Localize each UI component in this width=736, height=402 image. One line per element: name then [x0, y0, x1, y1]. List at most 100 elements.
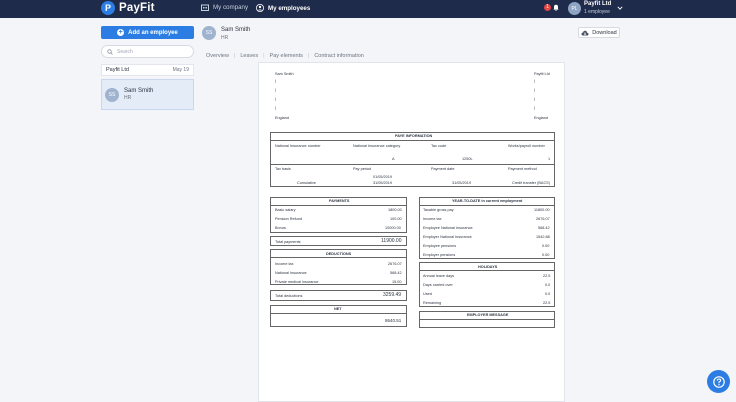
- payslip-document: Sam Smith Payfit Ltd | | | | | | | | Eng…: [258, 62, 565, 402]
- deduction-row-value: 568.42: [390, 271, 402, 275]
- payment-row-value: 1800.00: [388, 208, 402, 212]
- payslip-employee-name: Sam Smith: [275, 72, 294, 76]
- tab-overview[interactable]: Overview: [206, 53, 229, 59]
- divider: [419, 205, 555, 206]
- total-payments-value: 11900.00: [381, 238, 402, 244]
- employee-name: Sam Smith: [124, 88, 154, 94]
- help-button[interactable]: [707, 370, 730, 393]
- payslip-employee-country: England: [275, 116, 289, 120]
- works-number-value: 1: [548, 157, 551, 161]
- company-employee-count: 1 employee: [584, 9, 610, 15]
- deduction-row-label: Income tax: [275, 262, 294, 266]
- net-value: 8640.51: [385, 318, 402, 323]
- payment-row-label: Basic salary: [275, 208, 296, 212]
- payment-row-label: Pension Refund: [275, 217, 303, 221]
- employee-role: HR: [124, 95, 132, 101]
- payslip-company-country: England: [534, 116, 548, 120]
- address-line: |: [534, 106, 535, 110]
- ytd-row-value: 568.42: [538, 226, 550, 230]
- ni-category-label: National Insurance category: [353, 144, 401, 148]
- deduction-row-label: National Insurance: [275, 271, 307, 275]
- company-avatar[interactable]: PL: [568, 2, 581, 15]
- address-line: |: [534, 79, 535, 83]
- ytd-row-value: 11800.00: [534, 208, 550, 212]
- holiday-row-value: 0.0: [545, 292, 551, 296]
- company-name[interactable]: Payfit Ltd: [584, 1, 611, 7]
- payfit-logo-icon: P: [101, 1, 115, 15]
- deduction-row-value: 2676.07: [388, 262, 402, 266]
- holiday-row-label: Annual leave days: [423, 274, 455, 278]
- nav-my-company[interactable]: My company: [201, 4, 248, 11]
- payment-row-label: Bonus: [275, 226, 286, 230]
- ytd-row-value: 1542.88: [536, 235, 550, 239]
- add-employee-button[interactable]: + Add an employee: [101, 26, 194, 39]
- tab-separator: |: [263, 53, 265, 59]
- holiday-row-value: 22.5: [543, 301, 551, 305]
- address-line: |: [534, 88, 535, 92]
- tab-contract-information[interactable]: Contract information: [314, 53, 364, 59]
- payment-row-value: 10000.00: [385, 226, 401, 230]
- payslip-company-name: Payfit Ltd: [534, 72, 550, 76]
- tab-pay-elements[interactable]: Pay elements: [270, 53, 303, 59]
- total-deductions-value: 3259.49: [383, 292, 402, 298]
- company-row-name: Payfit Ltd: [106, 67, 129, 73]
- search-box[interactable]: [101, 45, 194, 58]
- employee-tabs: Overview | Leaves | Pay elements | Contr…: [206, 53, 364, 59]
- nav-my-company-label: My company: [213, 4, 249, 11]
- search-input[interactable]: [117, 48, 187, 55]
- payment-method-label: Payment method: [508, 167, 537, 171]
- download-button[interactable]: Download: [578, 27, 620, 38]
- pay-period-to: 31/05/2019: [373, 181, 393, 185]
- company-row-date: May 19: [172, 67, 189, 73]
- ytd-row-label: Income tax: [423, 217, 442, 221]
- divider: [270, 257, 407, 258]
- works-number-label: Works/payroll number: [508, 144, 545, 148]
- holiday-row-label: Days carried over: [423, 283, 453, 287]
- employee-list-item[interactable]: SS Sam Smith HR: [101, 79, 194, 110]
- pay-period-from: 01/05/2019: [373, 175, 393, 179]
- address-line: |: [275, 88, 276, 92]
- nav-my-employees-label: My employees: [268, 4, 311, 12]
- ytd-row-value: 0.00: [542, 253, 550, 257]
- deduction-row-value: 15.00: [392, 280, 402, 284]
- ytd-row-label: Employer National Insurance: [423, 235, 472, 239]
- ni-number-label: National Insurance number: [275, 144, 321, 148]
- payment-row-value: 100.00: [390, 217, 402, 221]
- bell-icon[interactable]: [553, 4, 559, 11]
- company-list-row[interactable]: Payfit Ltd May 19: [101, 64, 194, 76]
- notification-badge[interactable]: 1: [544, 4, 551, 11]
- holidays-title: HOLIDAYS: [478, 265, 498, 269]
- ytd-row-label: Employee National Insurance: [423, 226, 473, 230]
- paye-title: PAYE INFORMATION: [395, 134, 433, 138]
- logo[interactable]: P PayFit: [101, 1, 155, 15]
- nav-my-employees[interactable]: My employees: [256, 4, 310, 12]
- help-question-icon: [712, 375, 725, 388]
- total-payments-label: Total payments: [275, 240, 301, 244]
- address-line: |: [275, 106, 276, 110]
- header-employee-role: HR: [221, 35, 229, 41]
- divider: [270, 205, 407, 206]
- holiday-row-label: Used: [423, 292, 432, 296]
- employee-avatar: SS: [105, 87, 119, 102]
- divider: [419, 270, 555, 271]
- payments-title: PAYMENTS: [329, 199, 350, 203]
- address-line: |: [534, 97, 535, 101]
- payment-method-value: Credit transfer (BACS): [512, 181, 550, 185]
- net-title: NET: [334, 307, 342, 311]
- ytd-row-label: Employer pensions: [423, 253, 456, 257]
- chevron-down-icon[interactable]: [617, 5, 623, 11]
- plus-icon: +: [117, 29, 125, 36]
- add-employee-label: Add an employee: [128, 29, 178, 36]
- divider: [270, 164, 555, 165]
- building-icon: [201, 4, 209, 11]
- ytd-row-label: Employee pensions: [423, 244, 457, 248]
- download-label: Download: [592, 29, 617, 36]
- holiday-row-value: 22.5: [543, 274, 551, 278]
- address-line: |: [275, 97, 276, 101]
- tab-leaves[interactable]: Leaves: [240, 53, 258, 59]
- ni-category-value: A: [392, 157, 395, 161]
- ytd-title: YEAR-TO-DATE in current employment: [452, 199, 523, 203]
- tax-code-value: 1250L: [462, 157, 473, 161]
- payment-date-label: Payment date: [431, 167, 455, 171]
- header-avatar: SS: [202, 26, 216, 40]
